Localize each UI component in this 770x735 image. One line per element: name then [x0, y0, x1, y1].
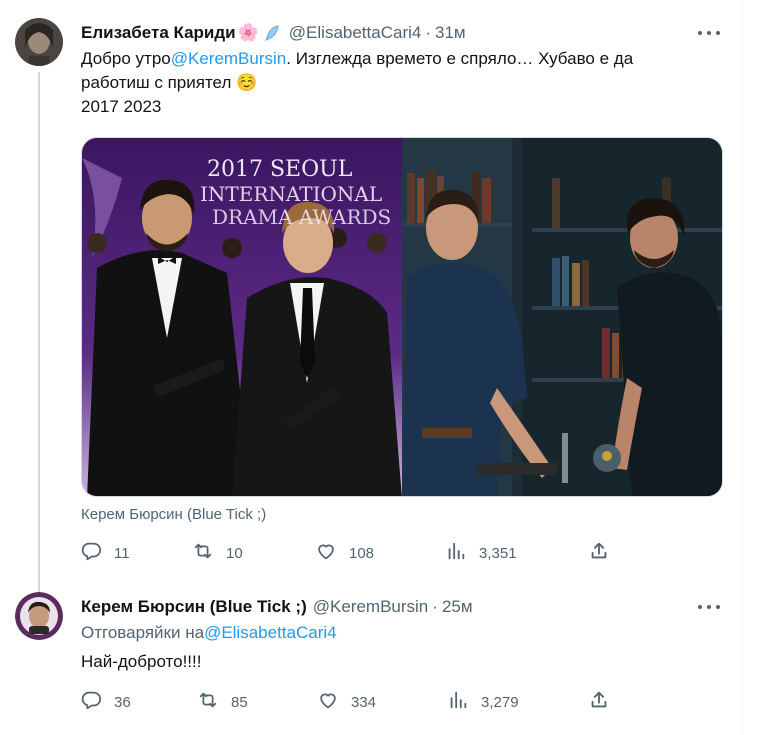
reply-count: 11	[114, 544, 130, 562]
thread-line	[38, 72, 40, 592]
smile-emoji: ☺️	[236, 73, 258, 92]
views-count: 3,351	[479, 544, 517, 562]
awards-banner-text: 2017 SEOUL	[207, 157, 353, 182]
share-button[interactable]	[588, 689, 610, 715]
mention-link[interactable]: @ElisabettaCari4	[204, 623, 337, 642]
reply-button[interactable]: 36	[80, 689, 131, 715]
feather-emoji-icon	[263, 24, 281, 42]
tweet-header: Керем Бюрсин (Blue Tick ;) @KeremBursin …	[81, 596, 473, 618]
like-count: 334	[351, 693, 377, 711]
author-name[interactable]: Керем Бюрсин (Blue Tick ;)	[81, 597, 307, 617]
views-button[interactable]: 3,279	[447, 689, 519, 715]
text-segment: Добро утро	[81, 49, 171, 68]
tweet-text-line-3: 2017 2023	[81, 97, 162, 116]
author-name[interactable]: Елизабета Кариди	[81, 23, 236, 43]
tweet-text: Добро утро@KeremBursin. Изглежда времето…	[81, 47, 721, 119]
reply-count: 36	[114, 693, 131, 711]
repost-button[interactable]: 85	[197, 689, 248, 715]
avatar[interactable]	[15, 592, 63, 640]
separator-dot: ·	[425, 23, 432, 42]
timestamp[interactable]: 31м	[435, 23, 466, 43]
views-count: 3,279	[481, 693, 519, 711]
share-button[interactable]	[588, 540, 610, 566]
timestamp[interactable]: 25м	[442, 597, 473, 617]
repost-arrows-icon	[192, 540, 214, 566]
media-grid[interactable]: 2017 SEOUL INTERNATIONAL DRAMA AWARDS	[81, 137, 723, 497]
author-handle[interactable]: @ElisabettaCari4	[289, 23, 422, 43]
photo-library[interactable]	[402, 138, 722, 496]
timeline: Елизабета Кариди 🌸 @ElisabettaCari4 · 31…	[0, 0, 743, 735]
tweet-text: Най-доброто!!!!	[81, 652, 202, 671]
tweet-reply[interactable]: Керем Бюрсин (Blue Tick ;) @KeremBursin …	[0, 580, 742, 735]
heart-icon	[315, 540, 337, 566]
like-count: 108	[349, 544, 375, 562]
repost-arrows-icon	[197, 689, 219, 715]
author-handle[interactable]: @KeremBursin	[313, 597, 429, 617]
tweet-actions: 36 85 334 3,279	[72, 689, 632, 713]
heart-icon	[317, 689, 339, 715]
tweet-text-line-1: Добро утро@KeremBursin. Изглежда времето…	[81, 47, 721, 71]
flower-emoji: 🌸	[237, 23, 259, 42]
like-button[interactable]: 334	[317, 689, 376, 715]
repost-count: 85	[231, 693, 248, 711]
share-upload-icon	[588, 689, 610, 715]
replying-to: Отговаряйки на@ElisabettaCari4	[81, 621, 337, 645]
repost-button[interactable]: 10	[192, 540, 243, 566]
reply-bubble-icon	[80, 540, 102, 566]
views-button[interactable]: 3,351	[445, 540, 517, 566]
replying-to-label: Отговаряйки на	[81, 623, 205, 642]
tweet[interactable]: Елизабета Кариди 🌸 @ElisabettaCari4 · 31…	[0, 0, 742, 592]
tweet-text-line-2: работиш с приятел ☺️	[81, 71, 721, 95]
bar-chart-icon	[447, 689, 469, 715]
text-segment: . Изглежда времето е спряло… Хубаво е да	[286, 49, 634, 68]
more-options-icon[interactable]	[698, 24, 720, 42]
svg-text:DRAMA AWARDS: DRAMA AWARDS	[212, 205, 391, 229]
separator-dot: ·	[432, 597, 438, 616]
photo-awards[interactable]: 2017 SEOUL INTERNATIONAL DRAMA AWARDS	[82, 138, 402, 496]
more-options-icon[interactable]	[698, 598, 720, 616]
tweet-header: Елизабета Кариди 🌸 @ElisabettaCari4 · 31…	[81, 22, 466, 44]
text-segment: работиш с приятел	[81, 73, 232, 92]
svg-text:INTERNATIONAL: INTERNATIONAL	[200, 182, 382, 206]
reply-button[interactable]: 11	[80, 540, 130, 566]
tweet-actions: 11 10 108 3,351	[72, 540, 632, 564]
repost-count: 10	[226, 544, 243, 562]
bar-chart-icon	[445, 540, 467, 566]
media-attribution[interactable]: Керем Бюрсин (Blue Tick ;)	[81, 506, 266, 523]
like-button[interactable]: 108	[315, 540, 374, 566]
reply-bubble-icon	[80, 689, 102, 715]
mention-link[interactable]: @KeremBursin	[171, 49, 287, 68]
share-upload-icon	[588, 540, 610, 566]
avatar[interactable]	[15, 18, 63, 66]
